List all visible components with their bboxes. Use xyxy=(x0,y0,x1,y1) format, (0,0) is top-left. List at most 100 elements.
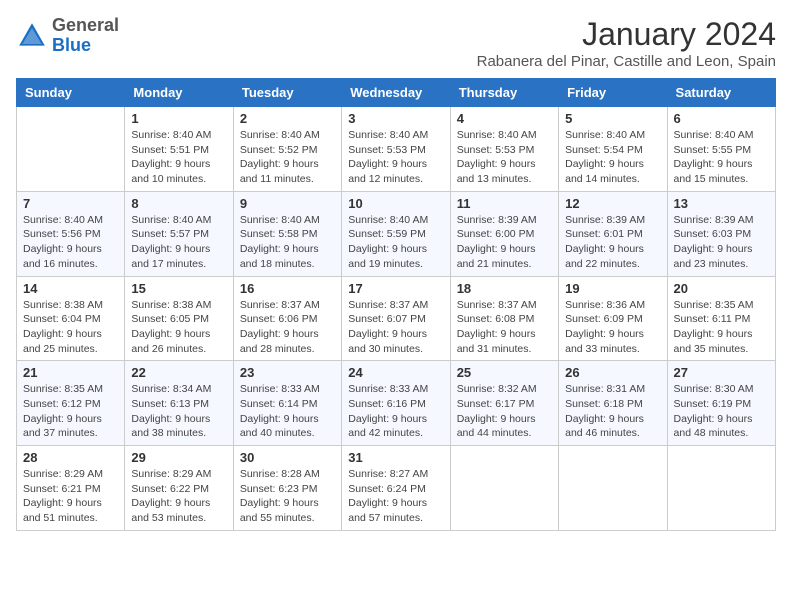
cell-5-7 xyxy=(667,446,775,531)
logo-general: General xyxy=(52,15,119,35)
cell-4-6: 26 Sunrise: 8:31 AMSunset: 6:18 PMDayligh… xyxy=(559,361,667,446)
cell-info: Sunrise: 8:32 AMSunset: 6:17 PMDaylight:… xyxy=(457,382,552,441)
day-number: 15 xyxy=(131,281,226,296)
cell-4-7: 27 Sunrise: 8:30 AMSunset: 6:19 PMDayligh… xyxy=(667,361,775,446)
cell-info: Sunrise: 8:40 AMSunset: 5:53 PMDaylight:… xyxy=(457,128,552,187)
col-monday: Monday xyxy=(125,79,233,107)
week-row-4: 21 Sunrise: 8:35 AMSunset: 6:12 PMDayligh… xyxy=(17,361,776,446)
cell-3-7: 20Sunrise: 8:35 AMSunset: 6:11 PMDayligh… xyxy=(667,276,775,361)
cell-info: Sunrise: 8:29 AMSunset: 6:22 PMDaylight:… xyxy=(131,467,226,526)
day-number: 21 xyxy=(23,365,118,380)
day-number: 5 xyxy=(565,111,660,126)
cell-2-6: 12Sunrise: 8:39 AMSunset: 6:01 PMDayligh… xyxy=(559,191,667,276)
day-number: 27 xyxy=(674,365,769,380)
cell-1-5: 4 Sunrise: 8:40 AMSunset: 5:53 PMDaylight… xyxy=(450,107,558,192)
logo: General Blue xyxy=(16,16,119,56)
calendar-header: Sunday Monday Tuesday Wednesday Thursday… xyxy=(17,79,776,107)
cell-info: Sunrise: 8:29 AMSunset: 6:21 PMDaylight:… xyxy=(23,467,118,526)
calendar-body: 1Sunrise: 8:40 AMSunset: 5:51 PMDaylight… xyxy=(17,107,776,531)
cell-5-5 xyxy=(450,446,558,531)
cell-2-3: 9 Sunrise: 8:40 AMSunset: 5:58 PMDaylight… xyxy=(233,191,341,276)
day-number: 13 xyxy=(674,196,769,211)
week-row-3: 14 Sunrise: 8:38 AMSunset: 6:04 PMDayligh… xyxy=(17,276,776,361)
day-number: 2 xyxy=(240,111,335,126)
page-header: General Blue January 2024 Rabanera del P… xyxy=(16,16,776,70)
cell-info: Sunrise: 8:33 AMSunset: 6:16 PMDaylight:… xyxy=(348,382,443,441)
week-row-1: 1Sunrise: 8:40 AMSunset: 5:51 PMDaylight… xyxy=(17,107,776,192)
cell-info: Sunrise: 8:40 AMSunset: 5:58 PMDaylight:… xyxy=(240,213,335,272)
day-number: 12 xyxy=(565,196,660,211)
col-wednesday: Wednesday xyxy=(342,79,450,107)
cell-info: Sunrise: 8:27 AMSunset: 6:24 PMDaylight:… xyxy=(348,467,443,526)
location-subtitle: Rabanera del Pinar, Castille and Leon, S… xyxy=(477,53,776,70)
cell-info: Sunrise: 8:37 AMSunset: 6:08 PMDaylight:… xyxy=(457,298,552,357)
day-number: 4 xyxy=(457,111,552,126)
cell-2-2: 8 Sunrise: 8:40 AMSunset: 5:57 PMDaylight… xyxy=(125,191,233,276)
day-number: 26 xyxy=(565,365,660,380)
col-friday: Friday xyxy=(559,79,667,107)
col-tuesday: Tuesday xyxy=(233,79,341,107)
day-number: 6 xyxy=(674,111,769,126)
day-number: 18 xyxy=(457,281,552,296)
cell-3-3: 16 Sunrise: 8:37 AMSunset: 6:06 PMDayligh… xyxy=(233,276,341,361)
day-number: 23 xyxy=(240,365,335,380)
day-number: 7 xyxy=(23,196,118,211)
cell-info: Sunrise: 8:31 AMSunset: 6:18 PMDaylight:… xyxy=(565,382,660,441)
cell-5-6 xyxy=(559,446,667,531)
cell-1-6: 5Sunrise: 8:40 AMSunset: 5:54 PMDaylight… xyxy=(559,107,667,192)
cell-2-4: 10 Sunrise: 8:40 AMSunset: 5:59 PMDayligh… xyxy=(342,191,450,276)
cell-4-2: 22Sunrise: 8:34 AMSunset: 6:13 PMDayligh… xyxy=(125,361,233,446)
title-block: January 2024 Rabanera del Pinar, Castill… xyxy=(477,16,776,70)
cell-info: Sunrise: 8:35 AMSunset: 6:12 PMDaylight:… xyxy=(23,382,118,441)
cell-info: Sunrise: 8:40 AMSunset: 5:53 PMDaylight:… xyxy=(348,128,443,187)
cell-2-1: 7Sunrise: 8:40 AMSunset: 5:56 PMDaylight… xyxy=(17,191,125,276)
logo-text: General Blue xyxy=(52,16,119,56)
cell-1-3: 2 Sunrise: 8:40 AMSunset: 5:52 PMDaylight… xyxy=(233,107,341,192)
cell-info: Sunrise: 8:37 AMSunset: 6:07 PMDaylight:… xyxy=(348,298,443,357)
col-sunday: Sunday xyxy=(17,79,125,107)
cell-4-1: 21 Sunrise: 8:35 AMSunset: 6:12 PMDayligh… xyxy=(17,361,125,446)
logo-blue: Blue xyxy=(52,35,91,55)
day-number: 9 xyxy=(240,196,335,211)
cell-3-5: 18 Sunrise: 8:37 AMSunset: 6:08 PMDayligh… xyxy=(450,276,558,361)
day-number: 20 xyxy=(674,281,769,296)
cell-info: Sunrise: 8:39 AMSunset: 6:03 PMDaylight:… xyxy=(674,213,769,272)
day-number: 28 xyxy=(23,450,118,465)
day-number: 14 xyxy=(23,281,118,296)
day-number: 25 xyxy=(457,365,552,380)
col-saturday: Saturday xyxy=(667,79,775,107)
month-title: January 2024 xyxy=(477,16,776,53)
cell-3-1: 14 Sunrise: 8:38 AMSunset: 6:04 PMDayligh… xyxy=(17,276,125,361)
cell-1-2: 1Sunrise: 8:40 AMSunset: 5:51 PMDaylight… xyxy=(125,107,233,192)
day-number: 24 xyxy=(348,365,443,380)
cell-info: Sunrise: 8:40 AMSunset: 5:52 PMDaylight:… xyxy=(240,128,335,187)
cell-3-6: 19Sunrise: 8:36 AMSunset: 6:09 PMDayligh… xyxy=(559,276,667,361)
header-row: Sunday Monday Tuesday Wednesday Thursday… xyxy=(17,79,776,107)
cell-info: Sunrise: 8:40 AMSunset: 5:59 PMDaylight:… xyxy=(348,213,443,272)
cell-info: Sunrise: 8:39 AMSunset: 6:00 PMDaylight:… xyxy=(457,213,552,272)
week-row-2: 7Sunrise: 8:40 AMSunset: 5:56 PMDaylight… xyxy=(17,191,776,276)
col-thursday: Thursday xyxy=(450,79,558,107)
cell-3-2: 15 Sunrise: 8:38 AMSunset: 6:05 PMDayligh… xyxy=(125,276,233,361)
cell-5-1: 28 Sunrise: 8:29 AMSunset: 6:21 PMDayligh… xyxy=(17,446,125,531)
day-number: 3 xyxy=(348,111,443,126)
day-number: 19 xyxy=(565,281,660,296)
cell-info: Sunrise: 8:40 AMSunset: 5:57 PMDaylight:… xyxy=(131,213,226,272)
day-number: 31 xyxy=(348,450,443,465)
day-number: 11 xyxy=(457,196,552,211)
cell-info: Sunrise: 8:28 AMSunset: 6:23 PMDaylight:… xyxy=(240,467,335,526)
day-number: 16 xyxy=(240,281,335,296)
cell-info: Sunrise: 8:38 AMSunset: 6:05 PMDaylight:… xyxy=(131,298,226,357)
logo-icon xyxy=(16,20,48,52)
cell-info: Sunrise: 8:37 AMSunset: 6:06 PMDaylight:… xyxy=(240,298,335,357)
calendar-table: Sunday Monday Tuesday Wednesday Thursday… xyxy=(16,78,776,531)
day-number: 8 xyxy=(131,196,226,211)
cell-info: Sunrise: 8:30 AMSunset: 6:19 PMDaylight:… xyxy=(674,382,769,441)
cell-info: Sunrise: 8:38 AMSunset: 6:04 PMDaylight:… xyxy=(23,298,118,357)
day-number: 1 xyxy=(131,111,226,126)
day-number: 10 xyxy=(348,196,443,211)
day-number: 30 xyxy=(240,450,335,465)
cell-2-5: 11 Sunrise: 8:39 AMSunset: 6:00 PMDayligh… xyxy=(450,191,558,276)
cell-4-3: 23Sunrise: 8:33 AMSunset: 6:14 PMDayligh… xyxy=(233,361,341,446)
day-number: 29 xyxy=(131,450,226,465)
